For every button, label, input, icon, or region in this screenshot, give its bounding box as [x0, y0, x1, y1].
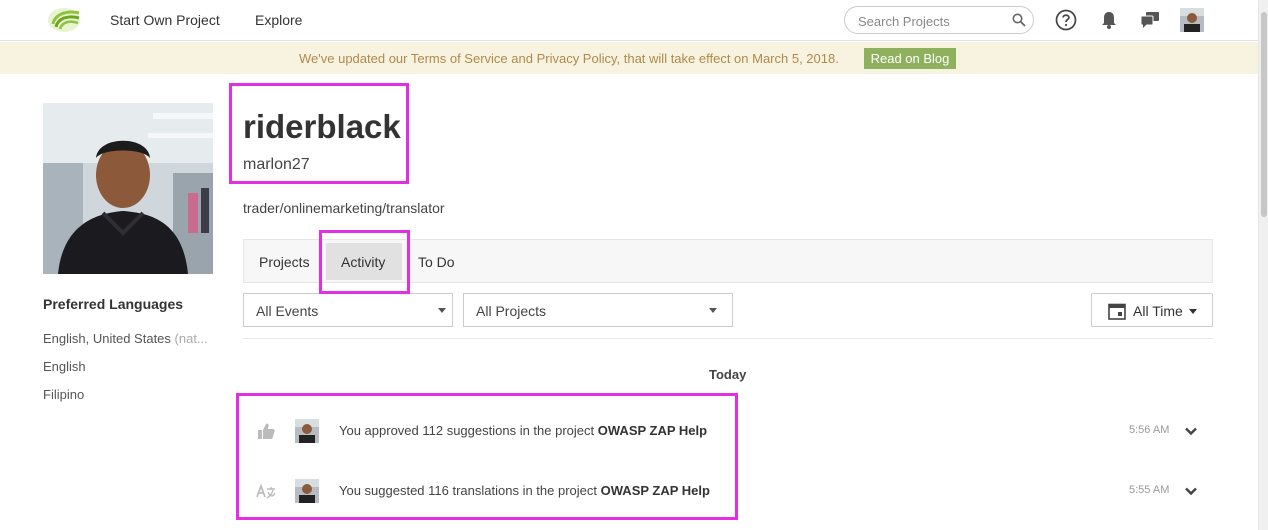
time-filter-value: All Time	[1133, 303, 1183, 319]
read-on-blog-button[interactable]: Read on Blog	[864, 48, 956, 69]
language-item: English	[43, 359, 86, 374]
events-filter-select[interactable]: All Events	[243, 293, 453, 327]
banner-text: We've updated our Terms of Service and P…	[299, 51, 839, 66]
nav-start-own-project[interactable]: Start Own Project	[110, 12, 220, 28]
search-box	[844, 6, 1034, 34]
events-filter-value: All Events	[256, 303, 319, 319]
language-native-note: (nat...	[174, 331, 208, 346]
profile-photo	[43, 103, 213, 274]
user-avatar[interactable]	[1180, 8, 1204, 32]
activity-time: 5:55 AM	[1129, 484, 1170, 496]
notifications-bell-icon[interactable]	[1098, 9, 1120, 31]
calendar-icon	[1108, 303, 1126, 320]
language-name: English, United States	[43, 331, 171, 346]
chevron-down-icon[interactable]	[1183, 423, 1199, 439]
help-icon[interactable]	[1055, 9, 1077, 31]
search-icon[interactable]	[1012, 13, 1026, 27]
activity-time: 5:56 AM	[1129, 424, 1170, 436]
top-navbar: Start Own Project Explore	[0, 0, 1258, 41]
profile-bio: trader/onlinemarketing/translator	[243, 200, 445, 216]
tab-projects[interactable]: Projects	[259, 254, 310, 270]
highlight-box-activity-feed	[236, 393, 738, 520]
page-scrollbar[interactable]	[1258, 0, 1268, 530]
time-filter-button[interactable]: All Time	[1091, 293, 1213, 327]
highlight-box-profile-name	[229, 83, 409, 184]
projects-filter-value: All Projects	[476, 303, 547, 319]
messages-icon[interactable]	[1139, 9, 1161, 31]
tab-todo[interactable]: To Do	[418, 254, 455, 270]
projects-filter-select[interactable]: All Projects	[463, 293, 733, 327]
search-input[interactable]	[858, 12, 1008, 30]
chevron-down-icon	[1189, 309, 1197, 314]
language-item: Filipino	[43, 387, 85, 402]
chevron-down-icon	[438, 308, 446, 313]
scrollbar-thumb[interactable]	[1261, 12, 1267, 217]
highlight-box-activity-tab	[319, 230, 410, 294]
feed-day-label: Today	[709, 367, 747, 382]
chevron-down-icon[interactable]	[1183, 483, 1199, 499]
crowdin-logo[interactable]	[45, 6, 83, 34]
preferred-languages-title: Preferred Languages	[43, 296, 184, 312]
chevron-down-icon	[709, 308, 717, 313]
divider	[243, 338, 1213, 339]
terms-banner: We've updated our Terms of Service and P…	[0, 42, 1258, 74]
nav-explore[interactable]: Explore	[255, 12, 302, 28]
language-item: English, United States (nat...	[43, 331, 213, 346]
